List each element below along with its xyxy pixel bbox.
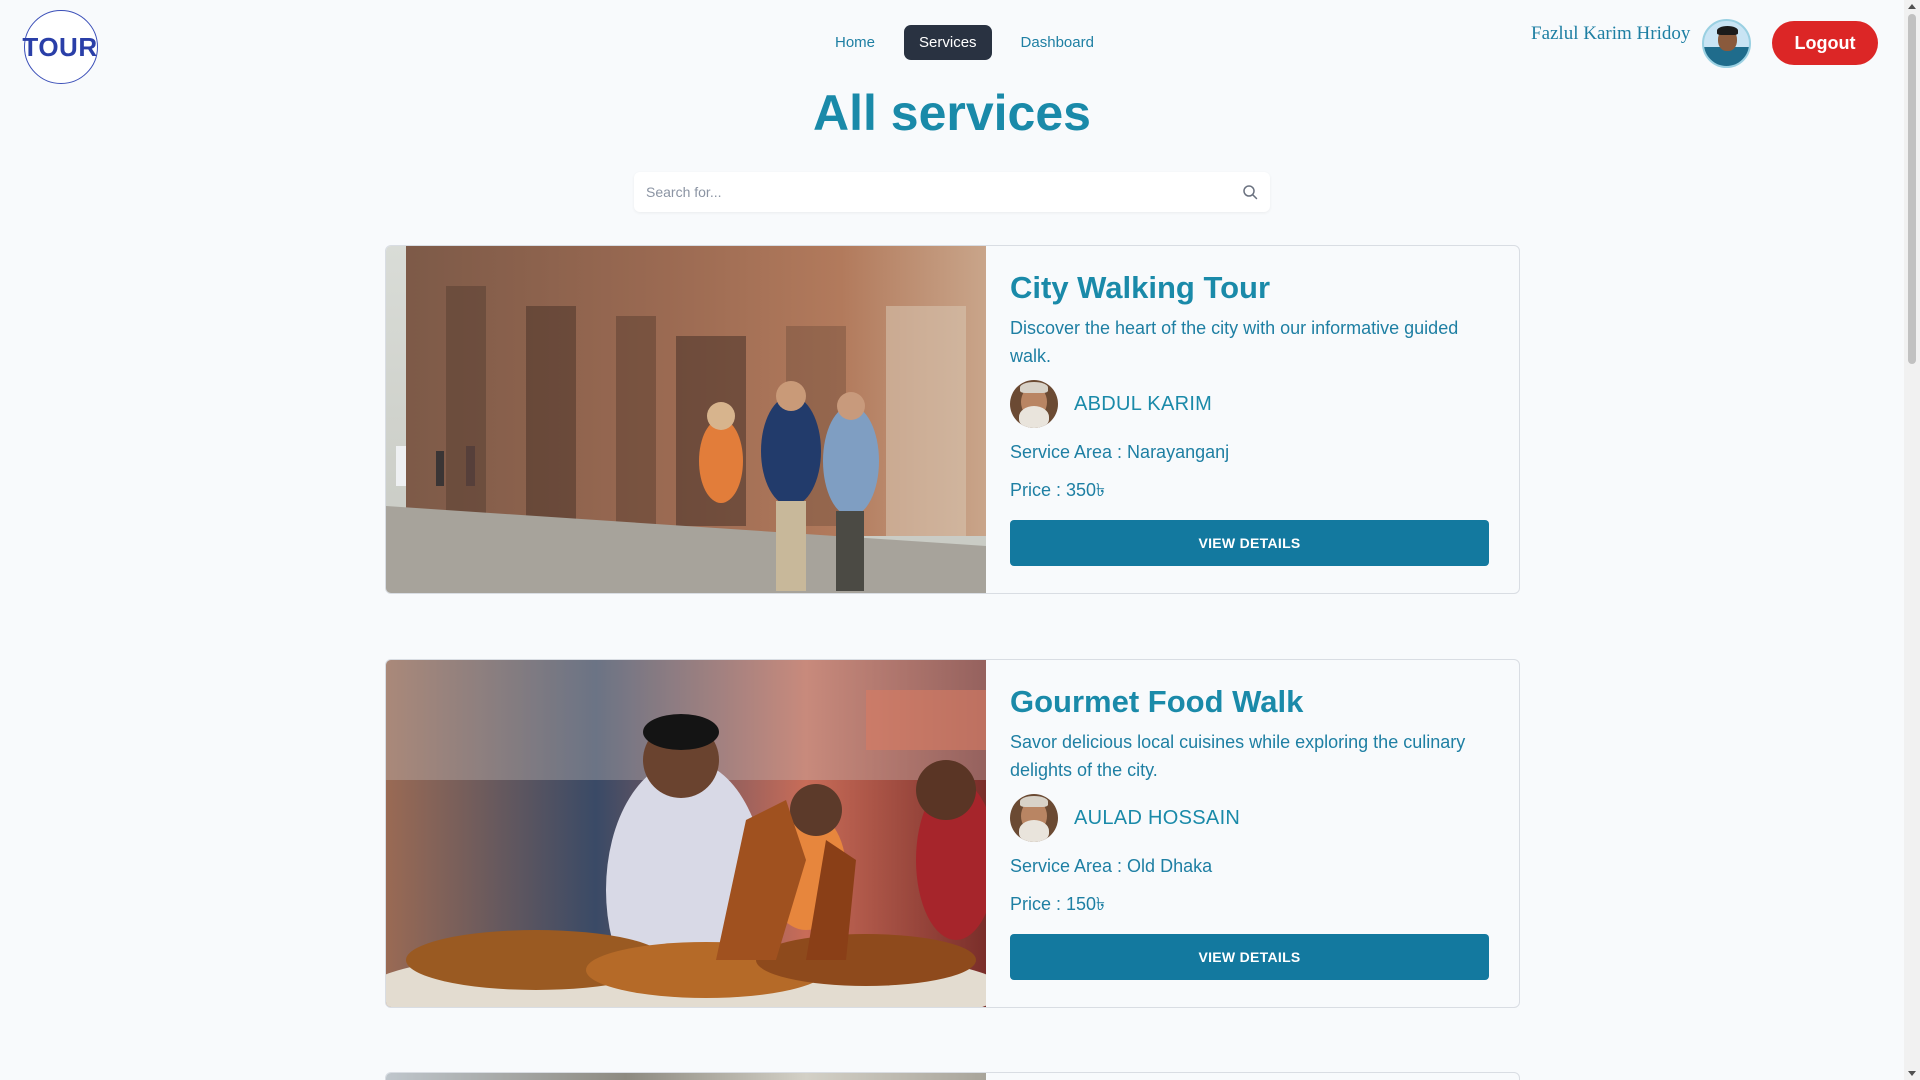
- guide-avatar: [1010, 380, 1058, 428]
- service-title: City Walking Tour: [1010, 270, 1271, 305]
- scroll-down-arrow-icon[interactable]: [1908, 1071, 1916, 1076]
- page-title: All services: [813, 85, 1091, 141]
- guide-beard: [1019, 820, 1049, 842]
- user-name: Fazlul Karim Hridoy: [1531, 23, 1691, 44]
- guide-hair: [1020, 796, 1048, 807]
- service-description: Savor delicious local cuisines while exp…: [1010, 732, 1466, 780]
- scrollbar-thumb[interactable]: [1908, 14, 1916, 364]
- view-details-button[interactable]: VIEW DETAILS: [1010, 520, 1489, 566]
- guide-name: AULAD HOSSAIN: [1074, 806, 1241, 829]
- guide-info: ABDUL KARIM: [1010, 380, 1489, 428]
- nav-dashboard-link[interactable]: Dashboard: [1006, 25, 1109, 60]
- nav-services-link[interactable]: Services: [904, 25, 992, 60]
- guide-avatar: [1010, 794, 1058, 842]
- guide-beard: [1019, 406, 1049, 428]
- card-body: Gourmet Food Walk Savor delicious local …: [1010, 660, 1489, 921]
- service-card: City Walking Tour Discover the heart of …: [385, 245, 1520, 594]
- site-logo[interactable]: TOUR: [22, 10, 98, 84]
- page: TOUR Home Services Dashboard Fazlul Kari…: [0, 0, 1904, 1080]
- user-avatar[interactable]: [1702, 19, 1751, 68]
- vertical-scrollbar[interactable]: [1904, 0, 1920, 1080]
- service-card: Gourmet Food Walk Savor delicious local …: [385, 659, 1520, 1008]
- search-input[interactable]: [634, 172, 1270, 212]
- search-bar: [634, 172, 1270, 212]
- service-image-partial: [386, 1073, 986, 1080]
- service-title: Gourmet Food Walk: [1010, 684, 1304, 719]
- search-icon[interactable]: [1242, 184, 1258, 200]
- main-nav: Home Services Dashboard: [820, 25, 1109, 60]
- logo-text: TOUR: [22, 31, 98, 62]
- guide-name: ABDUL KARIM: [1074, 392, 1213, 415]
- service-area: Service Area : Old Dhaka: [1010, 856, 1213, 876]
- guide-hair: [1020, 382, 1048, 393]
- card-body: City Walking Tour Discover the heart of …: [1010, 246, 1489, 507]
- view-details-button[interactable]: VIEW DETAILS: [1010, 934, 1489, 980]
- service-description: Discover the heart of the city with our …: [1010, 318, 1459, 366]
- logout-button[interactable]: Logout: [1772, 21, 1878, 65]
- service-image-city-walk: [386, 246, 986, 593]
- guide-info: AULAD HOSSAIN: [1010, 794, 1489, 842]
- avatar-hair: [1717, 26, 1738, 35]
- service-card-partial: [385, 1072, 1520, 1080]
- service-price: Price : 150৳: [1010, 894, 1106, 914]
- service-price: Price : 350৳: [1010, 480, 1106, 500]
- nav-home-link[interactable]: Home: [820, 25, 890, 60]
- service-image-food-walk: [386, 660, 986, 1007]
- scroll-up-arrow-icon[interactable]: [1908, 4, 1916, 9]
- service-area: Service Area : Narayanganj: [1010, 442, 1230, 462]
